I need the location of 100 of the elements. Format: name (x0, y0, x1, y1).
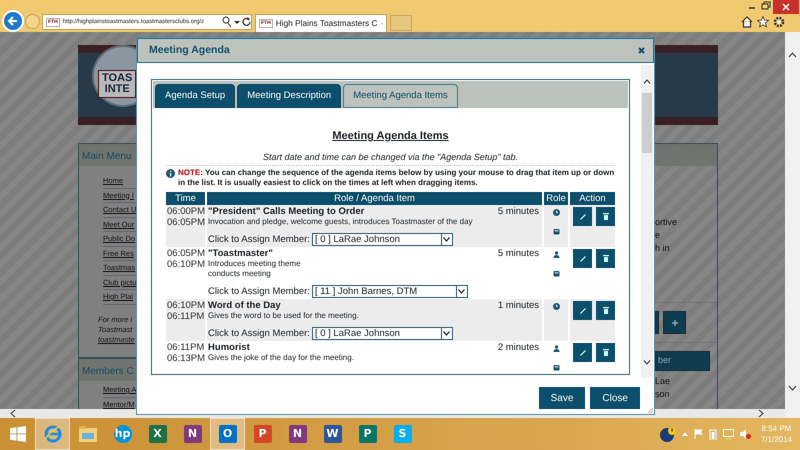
book-icon (553, 228, 560, 235)
duration-text: 5 minutes (498, 248, 539, 259)
app-icon: O (218, 425, 236, 443)
refresh-icon[interactable] (242, 16, 252, 28)
close-icon (638, 47, 645, 54)
time-range: 06:00PM 06:05PM (166, 205, 206, 247)
duration-text: 5 minutes (498, 206, 539, 217)
assign-label: Click to Assign Member: (208, 328, 310, 339)
agenda-item-title: "Toastmaster" (208, 248, 273, 259)
paragraph-fragment: ortive e h in (655, 216, 678, 255)
column-header: Action (570, 192, 615, 205)
tab-title: High Plains Toastmasters C (276, 17, 378, 30)
paragraph-fragment: Lae son (655, 374, 672, 400)
delete-button[interactable] (596, 301, 615, 320)
info-icon (166, 169, 175, 178)
time-range: 06:10PM 06:11PM (166, 299, 206, 341)
speaker-icon[interactable] (740, 429, 751, 439)
caret-icon (458, 289, 466, 294)
delete-button[interactable] (596, 343, 615, 362)
item-description: Gives the word to be used for the meeting. (208, 311, 360, 321)
taskbar-app[interactable]: hp (105, 418, 140, 450)
tab[interactable]: Meeting Description (237, 84, 342, 108)
item-description: Gives the joke of the day for the meeting. (208, 353, 355, 363)
browser-icon (42, 424, 62, 444)
book-icon (553, 270, 560, 277)
edit-button[interactable] (573, 343, 592, 362)
scroll-thumb[interactable] (642, 93, 652, 153)
agenda-item-title: Humorist (208, 342, 250, 353)
tab[interactable]: Agenda Setup (155, 84, 236, 108)
star-icon[interactable] (757, 16, 769, 28)
edit-button[interactable] (573, 301, 592, 320)
app-icon: P (358, 425, 376, 443)
agenda-item-title: "President" Calls Meeting to Order (208, 206, 364, 217)
taskbar-app[interactable]: S (385, 418, 420, 450)
book-icon (553, 364, 560, 371)
taskbar-app[interactable]: N (280, 418, 315, 450)
taskbar-app[interactable]: X (140, 418, 175, 450)
app-icon: hp (114, 425, 132, 443)
agenda-item-title: Word of the Day (208, 300, 281, 311)
pencil-icon (580, 350, 586, 356)
pencil-icon (580, 256, 586, 262)
tab[interactable]: Meeting Agenda Items (343, 84, 458, 108)
item-description: Invocation and pledge, welcome guests, introduces Toastmaster of the day (208, 217, 474, 227)
app-icon: S (394, 425, 412, 443)
dialog-button[interactable]: Close (590, 387, 640, 409)
assign-label: Click to Assign Member: (208, 234, 310, 245)
app-icon: N (288, 425, 306, 443)
app-icon: W (324, 425, 342, 443)
scrollbar[interactable] (641, 65, 653, 378)
help-icon[interactable] (660, 426, 676, 442)
person-icon (553, 251, 560, 258)
taskbar-app[interactable]: N (175, 418, 210, 450)
hint-text: Start date and time can be changed via the "Agenda Setup" tab. (262, 150, 520, 164)
taskbar-app[interactable]: W (315, 418, 350, 450)
plus-icon (672, 320, 678, 326)
logo-text: TOAS INTE (98, 70, 136, 98)
member-dropdown[interactable]: [ 0 ] LaRae Johnson (312, 233, 453, 246)
delete-button[interactable] (596, 249, 615, 268)
taskbar-app[interactable] (35, 418, 70, 450)
search-icon[interactable] (222, 16, 232, 28)
home-icon[interactable] (741, 16, 753, 28)
dialog-button[interactable]: Save (538, 387, 586, 409)
pencil-icon (580, 308, 586, 314)
app-icon: N (184, 425, 202, 443)
trash-icon (602, 349, 608, 356)
pencil-icon (580, 214, 586, 220)
caret-icon (443, 237, 450, 242)
close-button[interactable] (638, 47, 645, 54)
restore-icon[interactable] (759, 0, 773, 12)
settings-icon[interactable] (773, 16, 785, 28)
column-header: Time (166, 192, 206, 205)
taskbar-app[interactable]: P (245, 418, 280, 450)
member-dropdown[interactable]: [ 11 ] John Barnes, DTM (312, 285, 468, 298)
back-button[interactable] (2, 10, 24, 32)
time-range: 06:11PM 06:13PM (166, 341, 206, 366)
section-heading: Meeting Agenda Items (331, 129, 450, 144)
assign-label: Click to Assign Member: (208, 286, 310, 297)
trash-icon (602, 255, 608, 262)
item-description: Introduces meeting theme conducts meeting (208, 259, 302, 279)
time-range: 06:05PM 06:10PM (166, 247, 206, 272)
duration-text: 1 minutes (498, 300, 539, 311)
app-icon: X (148, 425, 166, 443)
panel-header (655, 144, 717, 166)
trash-icon (602, 213, 608, 220)
taskbar-app[interactable]: O (210, 418, 245, 450)
close-icon[interactable] (773, 0, 799, 14)
edit-button[interactable] (573, 207, 592, 226)
app-icon: P (254, 425, 272, 443)
scrollbar[interactable] (785, 32, 800, 418)
duration-text: 2 minutes (498, 342, 539, 353)
member-dropdown[interactable]: [ 0 ] LaRae Johnson (312, 327, 453, 340)
delete-button[interactable] (596, 207, 615, 226)
column-header: Role / Agenda Item (207, 192, 542, 205)
edit-button[interactable] (573, 249, 592, 268)
folder-icon (78, 425, 98, 443)
clock-icon (553, 209, 560, 216)
trash-icon (602, 307, 608, 314)
person-icon (553, 345, 560, 352)
taskbar-app[interactable]: P (350, 418, 385, 450)
resize-grip-icon (648, 408, 653, 413)
